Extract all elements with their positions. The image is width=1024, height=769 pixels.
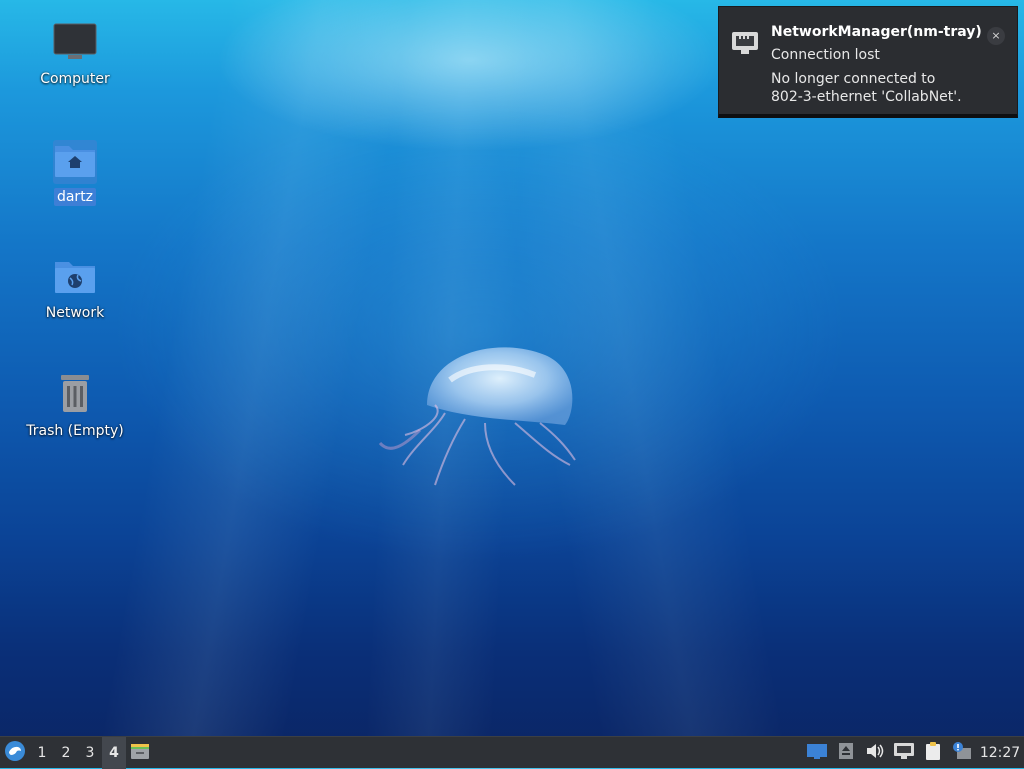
network-wired-icon <box>893 742 915 764</box>
desktop-icon-trash[interactable]: Trash (Empty) <box>20 372 130 440</box>
show-desktop-icon <box>130 741 150 765</box>
notification-body-line: No longer connected to <box>771 71 936 87</box>
trash-icon <box>53 372 97 418</box>
workspace-1[interactable]: 1 <box>30 737 54 769</box>
panel-clock[interactable]: 12:27 <box>976 745 1024 761</box>
updates-icon <box>951 741 973 765</box>
notification-body: No longer connected to 802-3-ethernet 'C… <box>771 70 1007 106</box>
desktop-icon-network[interactable]: Network <box>20 256 130 322</box>
notification-body-line: 802-3-ethernet 'CollabNet'. <box>771 89 962 105</box>
desktop-icon-home[interactable]: dartz <box>20 140 130 206</box>
desktop-icon-label: Trash (Empty) <box>26 423 124 439</box>
notification-area-arrow-button[interactable] <box>831 737 860 769</box>
notification-popup[interactable]: NetworkManager(nm-tray) Connection lost … <box>718 6 1018 118</box>
volume-icon <box>865 742 885 764</box>
workspace-3[interactable]: 3 <box>78 737 102 769</box>
network-wired-icon <box>731 31 759 59</box>
desktop-icon-computer[interactable]: Computer <box>20 22 130 88</box>
desktop-icon-label: dartz <box>53 188 97 206</box>
home-folder-icon <box>53 140 97 184</box>
notification-close-button[interactable]: × <box>987 27 1005 45</box>
notification-summary: Connection lost <box>771 47 880 63</box>
workspace-2[interactable]: 2 <box>54 737 78 769</box>
display-icon <box>806 742 828 764</box>
network-tray-button[interactable] <box>889 737 918 769</box>
updates-tray-button[interactable] <box>947 737 976 769</box>
system-tray: 12:27 <box>802 737 1024 769</box>
show-desktop-button[interactable] <box>126 737 154 769</box>
display-tray-button[interactable] <box>802 737 831 769</box>
workspace-4[interactable]: 4 <box>102 736 126 769</box>
clipboard-icon <box>924 741 942 765</box>
xfce-logo-icon <box>4 740 26 766</box>
desktop-icon-label: Network <box>45 305 105 321</box>
desktop-icon-label: Computer <box>40 71 110 87</box>
notification-area-arrow-icon <box>838 742 854 764</box>
wallpaper-jellyfish <box>378 347 576 486</box>
computer-icon <box>53 22 97 66</box>
bottom-panel: 1 2 3 4 12:27 <box>0 736 1024 769</box>
whisker-menu-button[interactable] <box>0 737 30 769</box>
network-folder-icon <box>53 256 97 300</box>
clipboard-tray-button[interactable] <box>918 737 947 769</box>
notification-app-name: NetworkManager(nm-tray) <box>771 24 982 40</box>
volume-tray-button[interactable] <box>860 737 889 769</box>
